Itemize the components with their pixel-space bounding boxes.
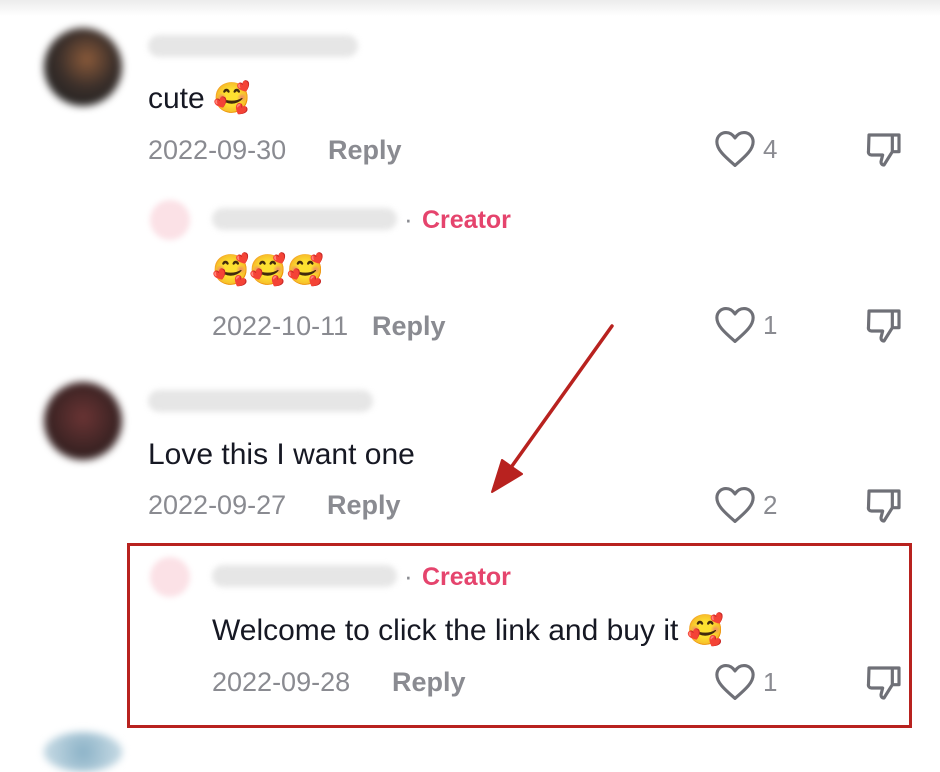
reply-item: · Creator 🥰🥰🥰 2022-10-11 Reply 1 xyxy=(0,180,940,343)
heart-outline-icon[interactable] xyxy=(714,486,756,524)
avatar[interactable] xyxy=(44,382,122,460)
comment-text: Love this I want one xyxy=(148,438,415,471)
separator-dot: · xyxy=(404,204,413,234)
username-blurred[interactable] xyxy=(148,35,358,57)
comment-date: 2022-09-27 xyxy=(148,490,287,520)
comment-item: cute 🥰 2022-09-30 Reply 4 xyxy=(0,0,940,167)
comment-date: 2022-10-11 xyxy=(212,311,349,341)
heart-outline-icon[interactable] xyxy=(714,130,756,168)
reply-button[interactable]: Reply xyxy=(327,489,401,521)
username-blurred[interactable] xyxy=(212,208,397,230)
thumbs-down-icon[interactable] xyxy=(864,305,904,347)
comment-text: 🥰🥰🥰 xyxy=(212,253,324,289)
thumbs-down-icon[interactable] xyxy=(864,485,904,527)
username-blurred[interactable] xyxy=(148,390,373,412)
smiling-hearts-emoji: 🥰🥰🥰 xyxy=(212,254,325,287)
thumbs-down-icon[interactable] xyxy=(864,129,904,171)
reply-button[interactable]: Reply xyxy=(372,310,446,342)
heart-outline-icon[interactable] xyxy=(714,306,756,344)
reply-button[interactable]: Reply xyxy=(328,134,402,166)
avatar[interactable] xyxy=(150,200,190,240)
like-count: 2 xyxy=(763,490,778,520)
comment-date: 2022-09-30 xyxy=(148,135,287,165)
creator-badge: Creator xyxy=(422,206,511,234)
comment-text: cute 🥰 xyxy=(148,82,251,115)
avatar[interactable] xyxy=(44,732,122,772)
like-count: 1 xyxy=(763,310,778,340)
comment-item: Love this I want one 2022-09-27 Reply 2 xyxy=(0,360,940,523)
annotation-highlight-box xyxy=(127,543,912,728)
like-count: 4 xyxy=(763,134,778,164)
smiling-hearts-emoji: 🥰 xyxy=(213,82,251,115)
avatar[interactable] xyxy=(44,28,122,106)
